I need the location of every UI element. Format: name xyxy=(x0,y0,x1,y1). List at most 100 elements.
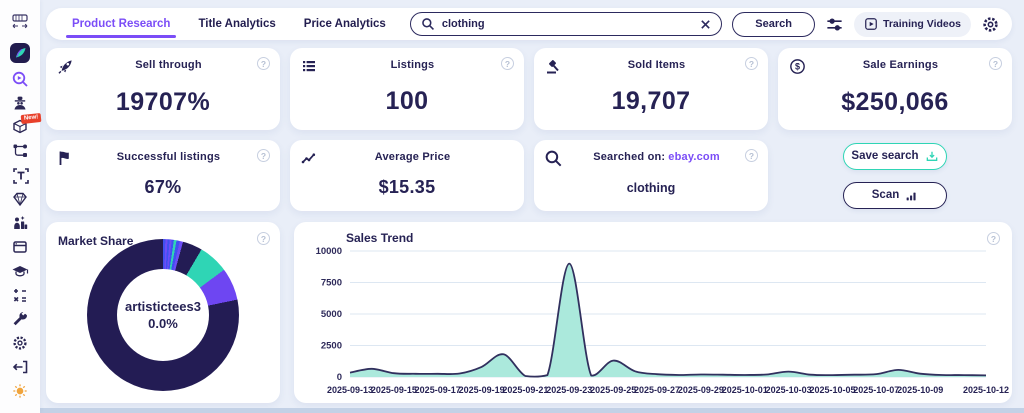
tab-title-analytics[interactable]: Title Analytics xyxy=(184,8,289,40)
network-icon xyxy=(11,142,29,160)
bar-chart-icon xyxy=(905,189,918,202)
search-icon xyxy=(421,17,435,31)
logout-icon xyxy=(11,358,29,376)
svg-text:2500: 2500 xyxy=(321,341,342,352)
sales-trend-card: Sales Trend ? 0250050007500100002025-09-… xyxy=(294,222,1012,403)
sidebar-item-competitor-research[interactable] xyxy=(9,94,31,112)
sidebar-item-store[interactable] xyxy=(9,238,31,256)
searched-site[interactable]: ebay.com xyxy=(668,151,720,163)
sales-trend-chart[interactable]: 0250050007500100002025-09-132025-09-1520… xyxy=(295,218,1012,401)
tab-label: Price Analytics xyxy=(304,18,386,30)
help-icon[interactable]: ? xyxy=(745,149,758,162)
trend-icon xyxy=(300,149,324,172)
sidebar-item-tools[interactable] xyxy=(9,310,31,328)
play-video-icon xyxy=(864,17,878,31)
svg-text:2025-09-29: 2025-09-29 xyxy=(678,385,724,395)
tab-price-analytics[interactable]: Price Analytics xyxy=(290,8,400,40)
stat-value: $250,066 xyxy=(788,88,1002,117)
sidebar-item-academy[interactable] xyxy=(9,262,31,280)
search-input[interactable] xyxy=(442,18,693,30)
stat-title: Searched on:ebay.com xyxy=(568,149,745,163)
stat-title: Successful listings xyxy=(80,149,257,163)
save-search-label: Save search xyxy=(851,150,918,162)
save-search-button[interactable]: Save search xyxy=(843,143,947,170)
sidebar-item-item-finder[interactable]: New! xyxy=(9,118,31,136)
wrench-icon xyxy=(11,310,29,328)
svg-text:5000: 5000 xyxy=(321,309,342,320)
stat-title: Sell through xyxy=(80,57,257,71)
sidebar-item-calculator[interactable] xyxy=(9,286,31,304)
market-share-title: Market Share xyxy=(58,234,133,248)
scan-label: Scan xyxy=(872,189,900,201)
stat-title: Average Price xyxy=(324,149,501,163)
training-videos-button[interactable]: Training Videos xyxy=(854,12,971,37)
sidebar-item-category-research[interactable] xyxy=(9,142,31,160)
sidebar-item-top-sellers[interactable] xyxy=(9,214,31,232)
sale-earnings-card: $ Sale Earnings ? $250,066 xyxy=(778,48,1012,130)
save-tray-icon xyxy=(925,149,939,163)
main-content: Product Research Title Analytics Price A… xyxy=(40,0,1024,413)
sidebar-item-product-research[interactable] xyxy=(9,70,31,88)
new-badge: New! xyxy=(21,113,42,124)
svg-text:2025-09-13: 2025-09-13 xyxy=(327,385,373,395)
podium-person-icon xyxy=(11,214,29,232)
zik-logo-icon xyxy=(10,43,30,63)
help-icon[interactable]: ? xyxy=(257,57,270,70)
svg-text:2025-10-07: 2025-10-07 xyxy=(853,385,899,395)
charts-row: Market Share ? artistictees3 0.0% Sales … xyxy=(46,222,1012,403)
market-share-donut[interactable]: artistictees3 0.0% xyxy=(87,239,239,391)
help-icon[interactable]: ? xyxy=(257,149,270,162)
svg-text:0: 0 xyxy=(337,372,342,383)
settings-icon[interactable] xyxy=(981,15,1000,34)
sidebar-item-theme[interactable] xyxy=(9,382,31,400)
topbar: Product Research Title Analytics Price A… xyxy=(46,8,1012,40)
sun-icon xyxy=(12,383,28,399)
sidebar-menu: New! xyxy=(9,42,31,400)
tab-label: Product Research xyxy=(72,18,170,30)
scan-button[interactable]: Scan xyxy=(843,182,947,209)
stat-title: Sale Earnings xyxy=(812,57,989,71)
stats-row-2: Successful listings ? 67% xyxy=(46,140,1012,211)
svg-text:7500: 7500 xyxy=(321,278,342,289)
gear-icon xyxy=(11,334,29,352)
browser-window-icon xyxy=(11,238,29,256)
page-bottom-edge xyxy=(0,408,1024,413)
sidebar-item-title-builder[interactable] xyxy=(9,166,31,184)
donut-center: artistictees3 0.0% xyxy=(117,269,209,361)
sidebar-item-settings[interactable] xyxy=(9,334,31,352)
actions-column: Save search Scan xyxy=(778,140,1012,211)
help-icon[interactable]: ? xyxy=(745,57,758,70)
collapse-sidebar-icon xyxy=(11,12,29,30)
analytics-tabs: Product Research Title Analytics Price A… xyxy=(58,8,400,40)
svg-text:2025-10-05: 2025-10-05 xyxy=(809,385,855,395)
sidebar-item-best-selling[interactable] xyxy=(9,190,31,208)
rocket-icon xyxy=(56,57,80,81)
search-button[interactable]: Search xyxy=(732,12,815,37)
search-bar xyxy=(410,12,722,36)
stat-value: $15.35 xyxy=(300,177,514,198)
sold-items-card: Sold Items ? 19,707 xyxy=(534,48,768,130)
gavel-icon xyxy=(544,57,568,80)
filters-icon[interactable] xyxy=(825,15,844,34)
graduation-cap-icon xyxy=(11,262,29,280)
help-icon[interactable]: ? xyxy=(257,232,270,245)
tab-product-research[interactable]: Product Research xyxy=(58,8,184,40)
magnifier-play-icon xyxy=(11,70,29,88)
sidebar-item-logout[interactable] xyxy=(9,358,31,376)
training-videos-label: Training Videos xyxy=(883,18,961,30)
help-icon[interactable]: ? xyxy=(501,57,514,70)
svg-text:2025-09-25: 2025-09-25 xyxy=(590,385,636,395)
svg-text:2025-10-12: 2025-10-12 xyxy=(963,385,1009,395)
sidebar: New! xyxy=(0,0,40,413)
svg-text:2025-09-21: 2025-09-21 xyxy=(502,385,548,395)
sidebar-item-logo[interactable] xyxy=(9,42,31,64)
stat-title: Sold Items xyxy=(568,57,745,71)
stat-value: 67% xyxy=(56,177,270,198)
svg-text:10000: 10000 xyxy=(316,246,342,257)
sidebar-collapse-button[interactable] xyxy=(7,8,33,34)
clear-search-icon[interactable] xyxy=(700,19,711,30)
stat-title: Listings xyxy=(324,57,501,71)
donut-center-value: 0.0% xyxy=(148,316,178,331)
search-icon xyxy=(544,149,568,173)
help-icon[interactable]: ? xyxy=(989,57,1002,70)
